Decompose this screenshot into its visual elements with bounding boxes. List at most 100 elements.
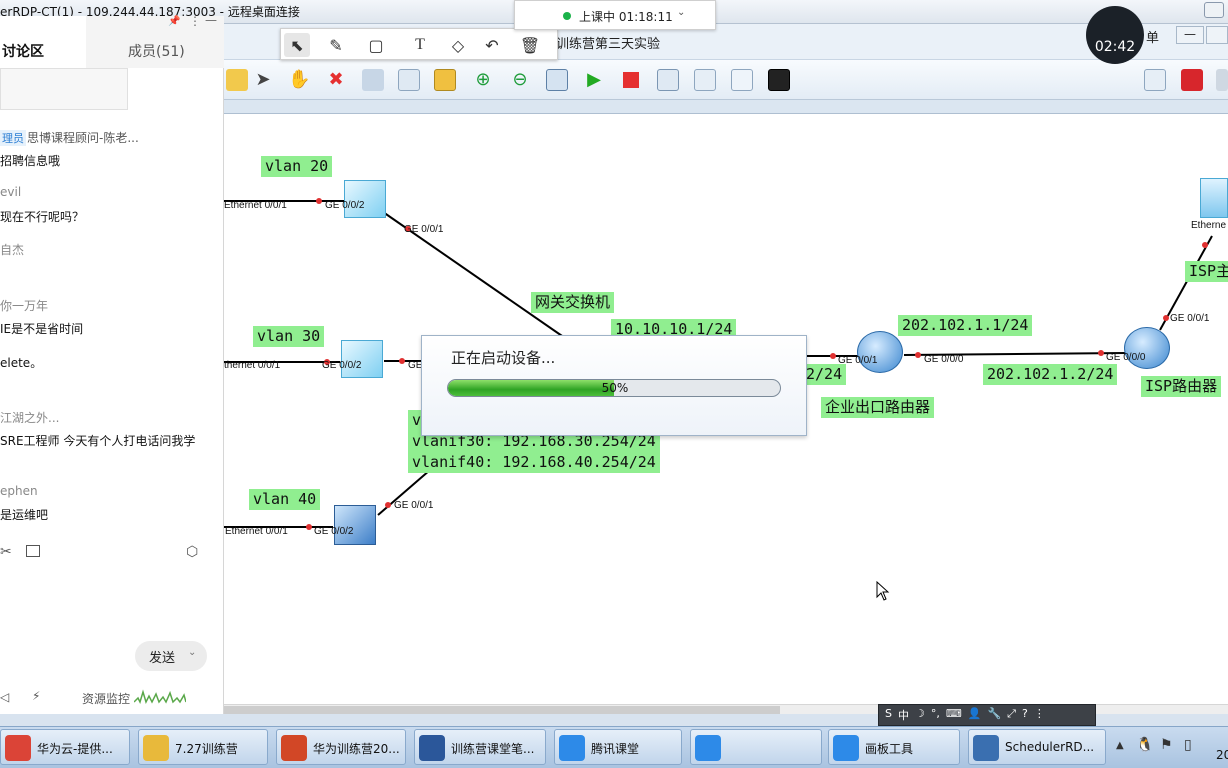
scrollbar-thumb[interactable] — [224, 706, 780, 714]
ime-item-9[interactable]: ⋮ — [1034, 707, 1045, 723]
taskbar-item[interactable]: 华为训练营20... — [276, 729, 406, 765]
ime-item-2[interactable]: ☽ — [915, 707, 925, 723]
port-label: GE 0/0/0 — [1106, 352, 1146, 363]
taskbar-app-icon — [281, 735, 307, 761]
clock-fragment[interactable]: 20 — [1216, 748, 1228, 762]
taskbar-item[interactable]: 画板工具 — [828, 729, 960, 765]
progress-dialog: 正在启动设备... 50% — [421, 335, 807, 436]
message-sender: 你一万年 — [0, 299, 49, 313]
isp-host-icon[interactable] — [1200, 178, 1228, 218]
taskbar-item[interactable]: 华为云-提供... — [0, 729, 130, 765]
resource-graph-icon — [134, 689, 186, 704]
chevron-down-icon[interactable]: ⌄ — [188, 647, 196, 658]
tab-discussion[interactable]: 讨论区 — [0, 16, 86, 68]
label-vlan20: vlan 20 — [261, 156, 333, 177]
port-label: Ethernet 0/0/1 — [224, 200, 287, 211]
ime-item-6[interactable]: 🔧 — [987, 707, 1001, 723]
message-text: 招聘信息哦 — [0, 154, 61, 168]
tray-arrow-icon[interactable]: ▲ — [1116, 740, 1124, 751]
switch-vlan30-icon[interactable] — [341, 340, 383, 378]
taskbar-app-icon — [5, 735, 31, 761]
flag-icon[interactable]: ⚑ — [1160, 737, 1173, 753]
taskbar-item[interactable]: SchedulerRD... — [968, 729, 1106, 765]
ime-item-5[interactable]: 👤 — [968, 707, 982, 723]
ime-item-4[interactable]: ⌨ — [946, 707, 962, 723]
port-label: thernet 0/0/1 — [224, 360, 281, 371]
message-sender: 思博课程顾问-陈老... — [27, 131, 139, 145]
message-sender: 自杰 — [0, 243, 25, 257]
chat-image-thumbnail[interactable] — [0, 68, 128, 110]
label-ip-wan2: 202.102.1.2/24 — [983, 364, 1118, 385]
battery-icon[interactable]: ▯ — [1184, 737, 1192, 753]
tab-members[interactable]: 成员(51) — [128, 41, 185, 61]
label-vlanif40: vlanif40: 192.168.40.254/24 — [408, 452, 660, 473]
taskbar-item-label: 华为云-提供... — [37, 742, 113, 756]
ime-item-1[interactable]: 中 — [898, 707, 909, 723]
port-label: Etherne — [1191, 220, 1227, 231]
mic-off-icon[interactable]: ⚡ — [32, 689, 40, 703]
ime-items[interactable]: S 中 ☽ °, ⌨ 👤 🔧 ⤢? ⋮ — [879, 705, 1095, 725]
port-label: GE 0/0/2 — [322, 360, 362, 371]
progress-percent: 50% — [601, 381, 629, 395]
ime-item-0[interactable]: S — [885, 707, 892, 723]
label-vlan40: vlan 40 — [249, 489, 321, 510]
switch-vlan20-icon[interactable] — [344, 180, 386, 218]
taskbar-app-icon — [559, 735, 585, 761]
role-badge: 理员 — [0, 130, 26, 146]
taskbar-item-label: 画板工具 — [865, 742, 914, 756]
taskbar-item[interactable]: 7.27训练营 — [138, 729, 268, 765]
label-edge-router: 企业出口路由器 — [821, 397, 935, 418]
switch-vlan40-icon[interactable] — [334, 505, 376, 545]
message-text: 是运维吧 — [0, 508, 49, 522]
qq-icon[interactable]: 🐧 — [1136, 737, 1153, 753]
more-icon[interactable]: ⋮ — [189, 14, 201, 28]
label-isp-host: ISP主 — [1185, 261, 1228, 282]
message-text: elete。 — [0, 356, 43, 370]
progress-bar: 50% — [447, 379, 781, 397]
taskbar-item[interactable]: 训练营课堂笔... — [414, 729, 546, 765]
speaker-icon[interactable]: ◁ — [0, 690, 9, 704]
taskbar-app-icon — [695, 735, 721, 761]
ime-item-3[interactable]: °, — [931, 707, 940, 723]
enterprise-router-icon[interactable] — [857, 331, 903, 373]
message-text: IE是不是省时间 — [0, 322, 84, 336]
taskbar-item-label: 7.27训练营 — [175, 742, 238, 756]
scissors-icon[interactable]: ✂ — [0, 544, 12, 560]
label-ip-edge: 2/24 — [806, 364, 847, 385]
taskbar-item-label: 训练营课堂笔... — [451, 742, 535, 756]
port-label: GE 0/0/1 — [838, 355, 878, 366]
resource-monitor-label[interactable]: 资源监控 — [82, 690, 130, 707]
image-icon[interactable] — [26, 545, 40, 557]
label-vlan30: vlan 30 — [253, 326, 325, 347]
taskbar-item[interactable] — [690, 729, 822, 765]
port-label: GE 0/0/1 — [404, 224, 444, 235]
tab-discussion-label: 讨论区 — [2, 44, 44, 60]
message-sender: evil — [0, 185, 22, 199]
port-label: GE 0/0/1 — [1170, 313, 1210, 324]
settings-hex-icon[interactable]: ⬡ — [186, 544, 198, 560]
message-sender: 江湖之外... — [0, 411, 60, 425]
taskbar-app-icon — [143, 735, 169, 761]
message-sender: ephen — [0, 484, 38, 498]
taskbar-item-label: SchedulerRD... — [1005, 740, 1095, 754]
taskbar-app-icon — [973, 735, 999, 761]
port-label: Ethernet 0/0/1 — [225, 526, 288, 537]
mouse-cursor-icon — [876, 581, 890, 601]
collapse-icon[interactable]: — — [205, 13, 217, 27]
send-button[interactable]: 发送 ⌄ — [135, 641, 207, 671]
ime-item-7[interactable]: ⤢ — [1007, 707, 1016, 723]
taskbar-app-icon — [833, 735, 859, 761]
label-isp-router: ISP路由器 — [1141, 376, 1222, 397]
progress-title: 正在启动设备... — [451, 349, 556, 367]
port-label: GE 0/0/2 — [314, 526, 354, 537]
taskbar-app-icon — [419, 735, 445, 761]
label-ip-wan1: 202.102.1.1/24 — [898, 315, 1033, 336]
taskbar-item-label: 腾讯课堂 — [591, 742, 640, 756]
label-gateway-switch: 网关交换机 — [531, 292, 615, 313]
message-text: SRE工程师 今天有个人打电话问我学 — [0, 434, 196, 448]
send-label: 发送 — [149, 651, 176, 666]
taskbar-item[interactable]: 腾讯课堂 — [554, 729, 682, 765]
port-label: GE 0/0/0 — [924, 354, 964, 365]
ime-item-8[interactable]: ? — [1022, 707, 1028, 723]
pin-icon[interactable]: 📌 — [168, 16, 180, 27]
